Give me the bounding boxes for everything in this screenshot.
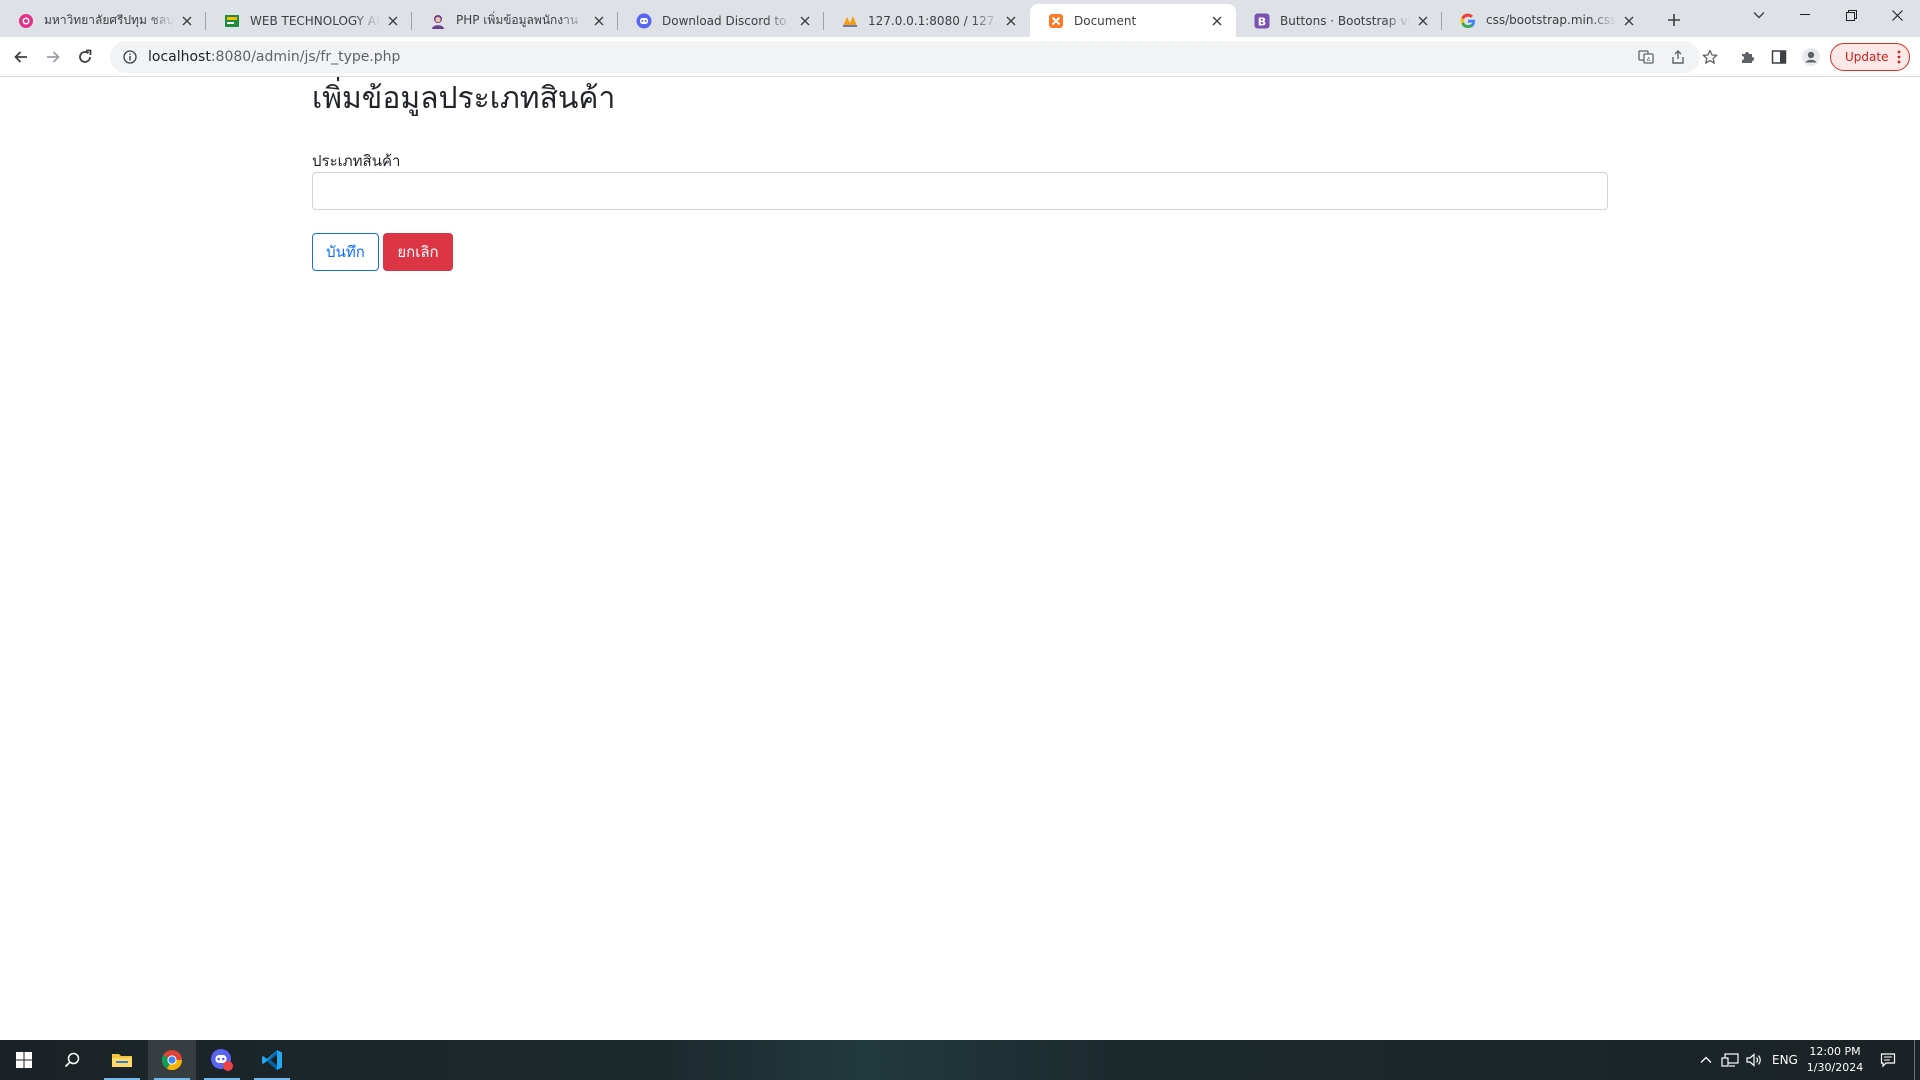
vscode-icon — [262, 1050, 282, 1070]
cancel-button[interactable]: ยกเลิก — [383, 233, 453, 271]
svg-text:B: B — [1258, 15, 1266, 28]
file-explorer-button[interactable] — [98, 1040, 146, 1080]
page-content: เพิ่มข้อมูลประเภทสินค้า ประเภทสินค้า บัน… — [0, 77, 1920, 1040]
notification-center-icon[interactable] — [1878, 1050, 1898, 1070]
bookmark-star-icon[interactable] — [1698, 45, 1722, 69]
university-favicon-icon — [18, 13, 34, 29]
url-path: :8080/admin/js/fr_type.php — [210, 49, 401, 65]
chrome-icon — [161, 1050, 183, 1071]
back-arrow-icon — [14, 51, 27, 63]
show-hidden-icons-chevron-icon[interactable] — [1696, 1050, 1716, 1070]
tab-title: css/bootstrap.min.css - ค้น — [1486, 13, 1616, 27]
browser-tab-strip: มหาวิทยาลัยศรีปทุม ชลบุรี สมั WEB TECHNO… — [0, 0, 1920, 37]
new-tab-button[interactable] — [1660, 6, 1688, 34]
restore-button[interactable] — [1828, 0, 1874, 30]
tab-bootstrap-buttons[interactable]: B Buttons · Bootstrap v5.1 — [1236, 4, 1442, 37]
minimize-button[interactable] — [1782, 0, 1828, 30]
start-button[interactable] — [0, 1040, 48, 1080]
discord-icon — [211, 1049, 233, 1071]
update-label: Update — [1845, 50, 1889, 64]
bootstrap-favicon-icon: B — [1254, 13, 1270, 29]
tab-title: WEB TECHNOLOGY AND S — [250, 13, 380, 28]
close-icon[interactable] — [384, 12, 402, 30]
tab-phpmyadmin[interactable]: 127.0.0.1:8080 / 127.0.0.1 / — [824, 4, 1030, 37]
close-window-button[interactable] — [1874, 0, 1920, 30]
close-icon[interactable] — [178, 12, 196, 30]
file-explorer-icon — [112, 1054, 132, 1067]
tab-title: PHP เพิ่มข้อมูลพนักงาน — [456, 13, 579, 27]
tab-title: Buttons · Bootstrap v5.1 — [1280, 13, 1410, 28]
forward-button[interactable] — [37, 41, 69, 73]
reload-icon — [79, 49, 92, 63]
tab-google-search[interactable]: css/bootstrap.min.css - ค้น — [1442, 4, 1648, 37]
address-bar[interactable]: localhost:8080/admin/js/fr_type.php A — [110, 41, 1718, 73]
back-button[interactable] — [5, 41, 37, 73]
save-button[interactable]: บันทึก — [312, 233, 379, 271]
windows-taskbar: ENG 12:00 PM 1/30/2024 — [0, 1040, 1920, 1080]
discord-taskbar-button[interactable] — [198, 1040, 246, 1080]
google-favicon-icon — [1460, 13, 1476, 29]
avatar-favicon-icon — [430, 13, 446, 29]
tab-title: Document — [1074, 13, 1137, 28]
tab-discord[interactable]: Download Discord to Talk, — [618, 4, 824, 37]
reload-button[interactable] — [69, 41, 101, 73]
translate-icon[interactable]: A — [1634, 45, 1658, 69]
show-desktop-divider[interactable] — [1914, 1040, 1915, 1080]
tab-title: Download Discord to Talk, — [662, 13, 792, 28]
language-indicator[interactable]: ENG — [1772, 1053, 1798, 1067]
update-button[interactable]: Update — [1830, 43, 1910, 71]
tab-title: 127.0.0.1:8080 / 127.0.0.1 / — [868, 13, 998, 28]
site-info-icon[interactable] — [118, 45, 142, 69]
windows-logo-icon — [16, 1052, 32, 1068]
xampp-favicon-icon — [1048, 13, 1064, 29]
close-icon[interactable] — [1414, 12, 1432, 30]
url-text: localhost:8080/admin/js/fr_type.php — [148, 49, 400, 65]
close-icon[interactable] — [1208, 12, 1226, 30]
url-host: localhost — [148, 49, 211, 65]
close-icon[interactable] — [1002, 12, 1020, 30]
tab-search-chevron-icon[interactable] — [1736, 0, 1782, 30]
product-type-label: ประเภทสินค้า — [312, 152, 401, 170]
extensions-puzzle-icon[interactable] — [1731, 41, 1763, 73]
tab-university[interactable]: มหาวิทยาลัยศรีปทุม ชลบุรี สมั — [0, 4, 206, 37]
search-button[interactable] — [48, 1040, 96, 1080]
forward-arrow-icon — [47, 51, 60, 63]
phpmyadmin-favicon-icon — [842, 13, 858, 29]
clock-date: 1/30/2024 — [1806, 1061, 1864, 1074]
vscode-taskbar-button[interactable] — [248, 1040, 296, 1080]
discord-favicon-icon — [636, 13, 652, 29]
volume-icon[interactable] — [1744, 1050, 1764, 1070]
tab-title: มหาวิทยาลัยศรีปทุม ชลบุรี สมั — [44, 13, 174, 27]
profile-avatar-icon[interactable] — [1795, 41, 1827, 73]
tab-web-technology[interactable]: WEB TECHNOLOGY AND S — [206, 4, 412, 37]
close-icon[interactable] — [1620, 12, 1638, 30]
network-icon[interactable] — [1720, 1050, 1740, 1070]
course-favicon-icon — [224, 13, 240, 29]
kebab-menu-icon — [1897, 50, 1901, 64]
product-type-input[interactable] — [312, 172, 1608, 210]
browser-toolbar: localhost:8080/admin/js/fr_type.php A Up… — [0, 37, 1920, 77]
search-icon — [64, 1052, 80, 1068]
chrome-taskbar-button[interactable] — [148, 1040, 196, 1080]
close-icon[interactable] — [796, 12, 814, 30]
side-panel-icon[interactable] — [1763, 41, 1795, 73]
tab-php-add-employee[interactable]: PHP เพิ่มข้อมูลพนักงาน — [412, 4, 618, 37]
clock[interactable]: 12:00 PM 1/30/2024 — [1800, 1044, 1870, 1076]
tab-document[interactable]: Document — [1030, 4, 1236, 37]
close-icon[interactable] — [590, 12, 608, 30]
page-title: เพิ่มข้อมูลประเภทสินค้า — [312, 81, 616, 116]
share-icon[interactable] — [1666, 45, 1690, 69]
clock-time: 12:00 PM — [1809, 1045, 1861, 1058]
